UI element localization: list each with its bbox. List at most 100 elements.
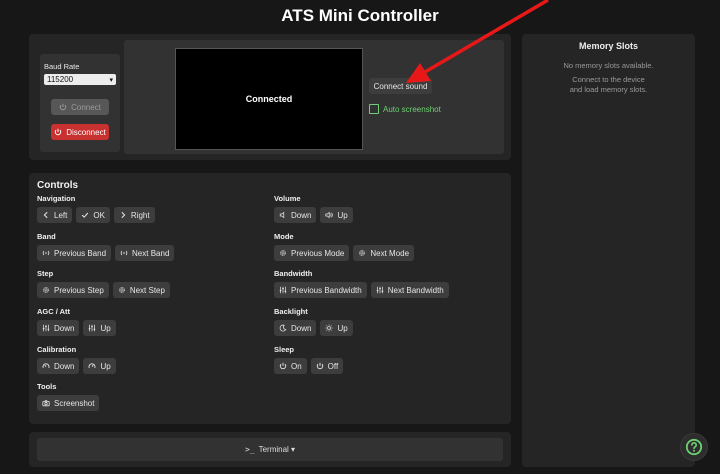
mode-group: Mode Previous Mode Next Mode: [274, 232, 415, 261]
chevron-left-icon: [43, 211, 48, 219]
baud-rate-select[interactable]: 115200 ▾: [44, 74, 116, 85]
nav-right-button[interactable]: Right: [113, 207, 155, 223]
auto-screenshot-option[interactable]: Auto screenshot: [369, 104, 441, 114]
volume-label: Volume: [274, 194, 301, 203]
backlight-group: Backlight Down Up: [274, 307, 353, 336]
next-band-label: Next Band: [132, 248, 170, 258]
band-label: Band: [37, 232, 56, 241]
previous-band-button[interactable]: Previous Band: [37, 245, 112, 261]
backlight-up-label: Up: [337, 323, 348, 333]
volume-down-button[interactable]: Down: [274, 207, 317, 223]
volume-down-label: Down: [291, 210, 312, 220]
power-icon: [279, 362, 287, 370]
controls-title: Controls: [37, 180, 79, 191]
auto-screenshot-checkbox[interactable]: [369, 104, 379, 114]
backlight-label: Backlight: [274, 307, 308, 316]
previous-mode-label: Previous Mode: [291, 248, 345, 258]
device-screen[interactable]: Connected: [175, 48, 363, 150]
agc-up-label: Up: [100, 323, 111, 333]
sleep-group: Sleep On Off: [274, 345, 344, 374]
sleep-on-button[interactable]: On: [274, 358, 307, 374]
terminal-toggle-button[interactable]: >_ Terminal ▾: [37, 438, 503, 461]
calibration-down-button[interactable]: Down: [37, 358, 80, 374]
terminal-toggle-label: Terminal ▾: [258, 445, 296, 454]
sleep-off-label: Off: [327, 361, 339, 371]
previous-bandwidth-label: Previous Bandwidth: [291, 285, 362, 295]
step-label: Step: [37, 269, 54, 278]
controls-panel: Controls Navigation Left OK Right Band P…: [29, 173, 511, 424]
previous-mode-button[interactable]: Previous Mode: [274, 245, 350, 261]
chevron-right-icon: [121, 211, 126, 219]
previous-bandwidth-button[interactable]: Previous Bandwidth: [274, 282, 367, 298]
next-bandwidth-button[interactable]: Next Bandwidth: [370, 282, 449, 298]
backlight-down-label: Down: [291, 323, 312, 333]
power-icon: [59, 103, 67, 111]
terminal-icon: >_: [244, 445, 255, 454]
nav-right-label: Right: [130, 210, 150, 220]
bandwidth-group: Bandwidth Previous Bandwidth Next Bandwi…: [274, 269, 449, 298]
calibration-down-label: Down: [54, 361, 75, 371]
screen-status-text: Connected: [245, 94, 293, 104]
memory-slots-title: Memory Slots: [578, 41, 638, 51]
previous-step-button[interactable]: Previous Step: [37, 282, 109, 298]
disconnect-button[interactable]: Disconnect: [51, 124, 109, 140]
backlight-down-button[interactable]: Down: [274, 320, 317, 336]
broadcast-icon: [42, 250, 50, 256]
baud-rate-label: Baud Rate: [44, 62, 80, 71]
speaker-low-icon: [279, 211, 285, 219]
speaker-high-icon: [325, 211, 334, 219]
gear-icon: [359, 250, 366, 256]
sleep-label: Sleep: [274, 345, 295, 354]
volume-up-button[interactable]: Up: [320, 207, 353, 223]
memory-empty-message: No memory slots available.: [563, 61, 654, 70]
nav-left-button[interactable]: Left: [37, 207, 73, 223]
disconnect-button-label: Disconnect: [66, 127, 106, 137]
next-mode-button[interactable]: Next Mode: [353, 245, 415, 261]
calibration-label: Calibration: [37, 345, 77, 354]
help-button[interactable]: [680, 433, 708, 461]
sliders-icon: [42, 324, 50, 332]
broadcast-icon: [120, 250, 128, 256]
sliders-icon: [376, 286, 383, 294]
page-title: ATS Mini Controller: [281, 6, 439, 25]
memory-load-hint: and load memory slots.: [569, 85, 648, 94]
serial-settings-card: Baud Rate 115200 ▾ Connect Disconnect: [40, 54, 120, 152]
mode-label: Mode: [274, 232, 294, 241]
sleep-off-button[interactable]: Off: [310, 358, 344, 374]
volume-up-label: Up: [337, 210, 348, 220]
agc-up-button[interactable]: Up: [83, 320, 116, 336]
gauge-icon: [42, 363, 50, 369]
previous-step-label: Previous Step: [54, 285, 104, 295]
nav-ok-label: OK: [93, 210, 105, 220]
next-mode-label: Next Mode: [370, 248, 410, 258]
backlight-up-button[interactable]: Up: [320, 320, 353, 336]
terminal-panel: >_ Terminal ▾: [29, 432, 511, 467]
nav-ok-button[interactable]: OK: [76, 207, 110, 223]
help-icon: [685, 438, 703, 456]
gear-icon: [280, 250, 286, 256]
connect-button[interactable]: Connect: [51, 99, 109, 115]
previous-band-label: Previous Band: [54, 248, 107, 258]
gauge-icon: [88, 363, 96, 369]
sliders-icon: [279, 286, 287, 294]
connect-sound-button[interactable]: Connect sound: [369, 78, 432, 94]
agc-group: AGC / Att Down Up: [37, 307, 116, 336]
tools-label: Tools: [37, 382, 57, 391]
power-icon: [316, 362, 323, 370]
moon-icon: [279, 324, 287, 332]
agc-down-button[interactable]: Down: [37, 320, 80, 336]
screenshot-button[interactable]: Screenshot: [37, 395, 100, 411]
agc-down-label: Down: [54, 323, 75, 333]
connection-panel: Baud Rate 115200 ▾ Connect Disconnect Co…: [29, 34, 511, 160]
check-icon: [82, 212, 89, 218]
screen-card: Connected Connect sound Auto screenshot: [124, 40, 504, 154]
calibration-up-button[interactable]: Up: [83, 358, 116, 374]
camera-icon: [42, 400, 50, 407]
bandwidth-label: Bandwidth: [274, 269, 313, 278]
power-icon: [55, 128, 62, 136]
tools-group: Tools Screenshot: [37, 382, 100, 411]
next-band-button[interactable]: Next Band: [115, 245, 175, 261]
chevron-down-icon: ▾: [109, 76, 113, 84]
connect-sound-label: Connect sound: [373, 81, 428, 91]
next-step-button[interactable]: Next Step: [112, 282, 170, 298]
